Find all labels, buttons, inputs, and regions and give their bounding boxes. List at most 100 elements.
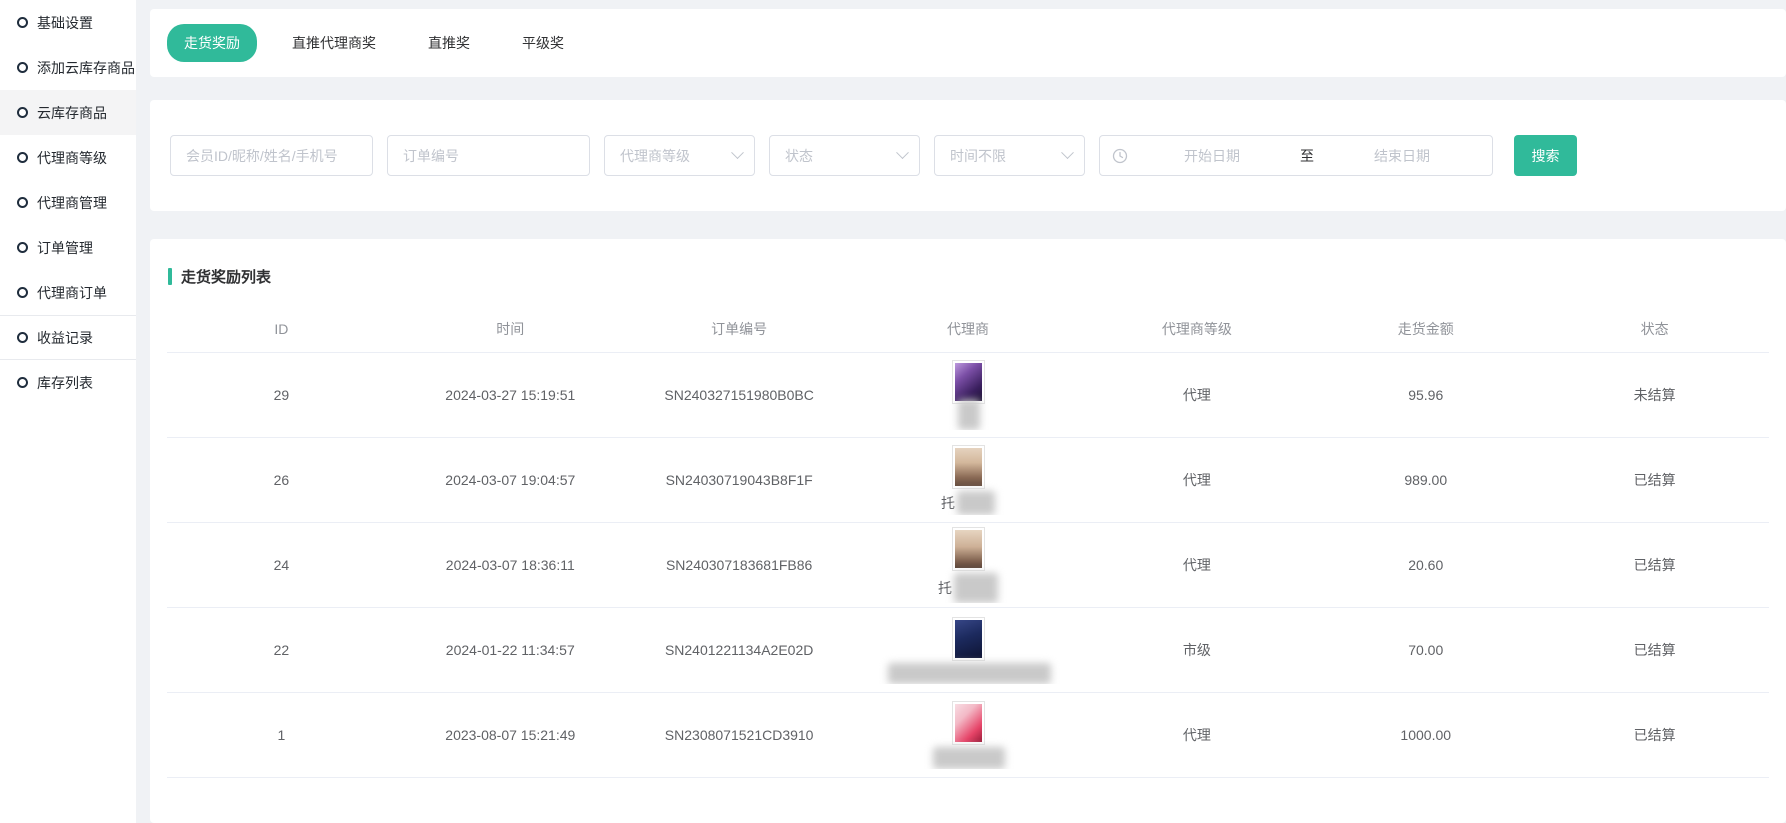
sidebar: 基础设置 添加云库存商品 云库存商品 代理商等级 代理商管理 订单管理 代理商订… bbox=[0, 0, 136, 823]
sidebar-item-agent-management[interactable]: 代理商管理 bbox=[0, 180, 136, 225]
sidebar-item-cloud-stock-product[interactable]: 云库存商品 bbox=[0, 90, 136, 135]
status-select[interactable]: 状态 bbox=[769, 135, 920, 176]
cell-time: 2024-01-22 11:34:57 bbox=[396, 642, 625, 658]
sidebar-item-label: 添加云库存商品 bbox=[37, 58, 135, 78]
cell-agent-level: 代理 bbox=[1082, 385, 1311, 405]
sidebar-item-label: 收益记录 bbox=[37, 328, 93, 348]
agent-name-blurred bbox=[958, 400, 980, 430]
cell-amount: 20.60 bbox=[1311, 557, 1540, 573]
agent-name: 托 bbox=[941, 491, 995, 515]
cell-agent-level: 代理 bbox=[1082, 725, 1311, 745]
col-id: ID bbox=[167, 321, 396, 337]
cell-order-no: SN240327151980B0BC bbox=[625, 387, 854, 403]
cell-order-no: SN2308071521CD3910 bbox=[625, 727, 854, 743]
search-button[interactable]: 搜索 bbox=[1514, 135, 1577, 176]
cell-id: 29 bbox=[167, 387, 396, 403]
member-search-input[interactable] bbox=[170, 135, 373, 176]
agent-name-blurred bbox=[954, 573, 998, 603]
agent-name-blurred bbox=[933, 747, 1005, 769]
cell-agent bbox=[854, 617, 1083, 684]
agent-level-select[interactable]: 代理商等级 bbox=[604, 135, 755, 176]
sidebar-item-agent-orders[interactable]: 代理商订单 bbox=[0, 270, 136, 315]
title-accent-bar bbox=[168, 268, 172, 285]
start-date-input[interactable]: 开始日期 bbox=[1134, 146, 1290, 166]
agent-avatar bbox=[952, 701, 985, 745]
table-row: 1 2023-08-07 15:21:49 SN2308071521CD3910… bbox=[167, 693, 1769, 778]
agent-avatar bbox=[952, 617, 985, 661]
cell-id: 1 bbox=[167, 727, 396, 743]
cell-id: 24 bbox=[167, 557, 396, 573]
cell-agent: 托 bbox=[854, 527, 1083, 603]
cell-amount: 70.00 bbox=[1311, 642, 1540, 658]
cell-order-no: SN24030719043B8F1F bbox=[625, 472, 854, 488]
circle-icon bbox=[17, 197, 28, 208]
agent-name bbox=[931, 747, 1005, 769]
table-header-row: ID 时间 订单编号 代理商 代理商等级 走货金额 状态 bbox=[167, 305, 1769, 353]
cell-time: 2024-03-07 18:36:11 bbox=[396, 557, 625, 573]
cell-status: 已结算 bbox=[1540, 470, 1769, 490]
col-time: 时间 bbox=[396, 319, 625, 339]
clock-icon bbox=[1112, 148, 1128, 164]
circle-icon bbox=[17, 152, 28, 163]
tab-shipment-reward[interactable]: 走货奖励 bbox=[167, 24, 257, 62]
sidebar-item-order-management[interactable]: 订单管理 bbox=[0, 225, 136, 270]
cell-status: 已结算 bbox=[1540, 725, 1769, 745]
agent-avatar bbox=[952, 527, 985, 571]
cell-agent bbox=[854, 701, 1083, 769]
circle-icon bbox=[17, 107, 28, 118]
agent-avatar bbox=[952, 445, 985, 489]
time-range-select-value: 时间不限 bbox=[950, 146, 1006, 166]
sidebar-item-basic-settings[interactable]: 基础设置 bbox=[0, 0, 136, 45]
circle-icon bbox=[17, 62, 28, 73]
cell-agent bbox=[854, 360, 1083, 430]
time-range-select[interactable]: 时间不限 bbox=[934, 135, 1085, 176]
cell-agent: 托 bbox=[854, 445, 1083, 515]
cell-time: 2024-03-07 19:04:57 bbox=[396, 472, 625, 488]
sidebar-item-add-cloud-stock-product[interactable]: 添加云库存商品 bbox=[0, 45, 136, 90]
col-agent-level: 代理商等级 bbox=[1082, 319, 1311, 339]
chevron-down-icon bbox=[731, 146, 744, 159]
date-range-picker[interactable]: 开始日期 至 结束日期 bbox=[1099, 135, 1493, 176]
chevron-down-icon bbox=[1061, 146, 1074, 159]
order-no-input[interactable] bbox=[387, 135, 590, 176]
cell-amount: 989.00 bbox=[1311, 472, 1540, 488]
page-title: 走货奖励列表 bbox=[181, 266, 271, 287]
list-header: 走货奖励列表 bbox=[150, 239, 1786, 305]
sidebar-item-earnings-records[interactable]: 收益记录 bbox=[0, 315, 136, 360]
tab-direct-agent-reward[interactable]: 直推代理商奖 bbox=[275, 24, 393, 62]
sidebar-item-stock-list[interactable]: 库存列表 bbox=[0, 360, 136, 405]
sidebar-item-label: 订单管理 bbox=[37, 238, 93, 258]
sidebar-item-label: 库存列表 bbox=[37, 373, 93, 393]
cell-order-no: SN240307183681FB86 bbox=[625, 557, 854, 573]
circle-icon bbox=[17, 17, 28, 28]
circle-icon bbox=[17, 377, 28, 388]
circle-icon bbox=[17, 242, 28, 253]
tab-direct-reward[interactable]: 直推奖 bbox=[411, 24, 487, 62]
agent-name-blurred bbox=[888, 663, 1051, 684]
sidebar-item-agent-level[interactable]: 代理商等级 bbox=[0, 135, 136, 180]
sidebar-item-label: 代理商管理 bbox=[37, 193, 107, 213]
end-date-input[interactable]: 结束日期 bbox=[1324, 146, 1480, 166]
table-row: 26 2024-03-07 19:04:57 SN24030719043B8F1… bbox=[167, 438, 1769, 523]
agent-name bbox=[956, 406, 980, 430]
agent-level-select-value: 代理商等级 bbox=[620, 146, 690, 166]
filter-bar: 代理商等级 状态 时间不限 开始日期 至 结束日期 bbox=[150, 100, 1786, 211]
tab-same-level-reward[interactable]: 平级奖 bbox=[505, 24, 581, 62]
sidebar-item-label: 云库存商品 bbox=[37, 103, 107, 123]
sidebar-item-label: 基础设置 bbox=[37, 13, 93, 33]
agent-avatar bbox=[952, 360, 985, 404]
cell-amount: 1000.00 bbox=[1311, 727, 1540, 743]
filter-card: 代理商等级 状态 时间不限 开始日期 至 结束日期 bbox=[150, 100, 1786, 211]
cell-time: 2023-08-07 15:21:49 bbox=[396, 727, 625, 743]
tabs-card: 走货奖励 直推代理商奖 直推奖 平级奖 bbox=[150, 9, 1786, 77]
table-card: 走货奖励列表 ID 时间 订单编号 代理商 代理商等级 走货金额 状态 29 2… bbox=[150, 239, 1786, 823]
agent-name: 托 bbox=[938, 573, 998, 603]
rewards-table: ID 时间 订单编号 代理商 代理商等级 走货金额 状态 29 2024-03-… bbox=[167, 305, 1769, 778]
cell-id: 22 bbox=[167, 642, 396, 658]
reward-tabs: 走货奖励 直推代理商奖 直推奖 平级奖 bbox=[150, 9, 1786, 77]
status-select-value: 状态 bbox=[785, 146, 813, 166]
date-separator-label: 至 bbox=[1290, 146, 1324, 166]
table-row: 22 2024-01-22 11:34:57 SN2401221134A2E02… bbox=[167, 608, 1769, 693]
col-status: 状态 bbox=[1540, 319, 1769, 339]
cell-time: 2024-03-27 15:19:51 bbox=[396, 387, 625, 403]
